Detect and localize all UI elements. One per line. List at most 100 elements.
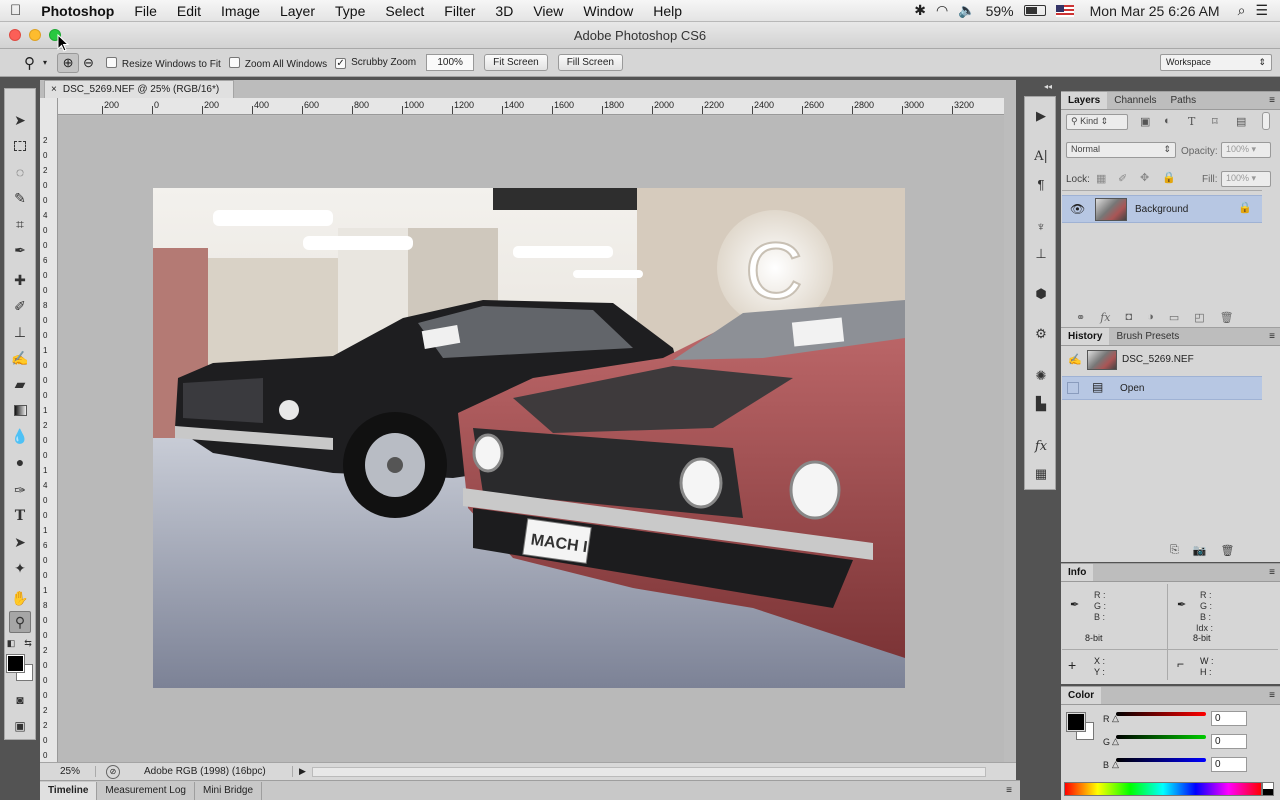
scrubby-zoom-checkbox-box[interactable]: ✓ <box>335 58 347 69</box>
zoom-all-windows-checkbox-box[interactable] <box>228 56 240 68</box>
zoom-tool-icon[interactable]: ⚲ <box>9 611 31 633</box>
eraser-tool-icon[interactable]: ▰ <box>9 373 31 395</box>
move-tool-icon[interactable]: ➤ <box>9 109 31 131</box>
zoom-tool-preset-icon[interactable]: ⚲ <box>24 54 35 72</box>
history-step-source-box[interactable] <box>1067 382 1079 394</box>
path-selection-icon[interactable]: ➤ <box>9 531 31 553</box>
opacity-field[interactable]: 100% ▾ <box>1221 142 1271 158</box>
color-g-slider-thumb-icon[interactable]: △ <box>1112 736 1119 747</box>
tab-measurement-log[interactable]: Measurement Log <box>97 781 195 800</box>
tab-timeline[interactable]: Timeline <box>40 781 98 800</box>
character-panel-icon[interactable]: A| <box>1030 145 1052 167</box>
color-panel-foreground-swatch[interactable] <box>1066 712 1086 732</box>
battery-icon[interactable] <box>1023 5 1046 16</box>
shape-tool-icon[interactable]: ✦ <box>9 557 31 579</box>
pen-tool-icon[interactable]: ✑ <box>9 479 31 501</box>
brush-tool-icon[interactable]: ✐ <box>9 295 31 317</box>
filter-toggle-icon[interactable] <box>1262 112 1270 130</box>
foreground-color-swatch[interactable] <box>6 654 25 673</box>
vertical-ruler[interactable]: 2 0 2 0 0 4 0 0 6 0 0 8 0 0 1 0 0 0 1 2 0 0 1 4 0 0 1 6 0 0 1 8 0 0 2 0 0 0 2 2… <box>40 98 58 762</box>
color-b-value[interactable]: 0 <box>1211 757 1247 772</box>
color-spectrum-ramp[interactable] <box>1064 782 1262 796</box>
menu-edit[interactable]: Edit <box>167 3 211 19</box>
swap-colors-icon[interactable]: ⇆ <box>22 637 34 649</box>
default-colors-icon[interactable]: ◧ <box>5 637 17 649</box>
preset-dropdown-chevron-icon[interactable]: ▾ <box>43 58 47 67</box>
type-tool-icon[interactable]: T <box>9 505 31 527</box>
fill-screen-button[interactable]: Fill Screen <box>557 54 623 71</box>
clone-stamp-icon[interactable]: ⊥ <box>9 321 31 343</box>
zoom-percent-field[interactable]: 100% <box>426 54 475 71</box>
menu-file[interactable]: File <box>124 3 167 19</box>
close-document-icon[interactable]: × <box>51 84 57 95</box>
history-step-open[interactable]: ▤ Open <box>1062 376 1262 400</box>
gradient-tool-icon[interactable] <box>9 399 31 421</box>
spotlight-search-icon[interactable]: ⌕ <box>1238 2 1246 19</box>
layer-style-fx-icon[interactable]: fx <box>1100 311 1110 324</box>
color-g-value[interactable]: 0 <box>1211 734 1247 749</box>
close-window-button[interactable] <box>9 29 21 41</box>
tab-info[interactable]: Info <box>1061 564 1094 581</box>
filter-smart-object-icon[interactable]: ▤ <box>1236 115 1246 128</box>
screen-mode-icon[interactable]: ▣ <box>9 715 31 737</box>
bluetooth-icon[interactable]: ✱ <box>914 2 926 19</box>
properties-panel-icon[interactable]: ⚙ <box>1030 323 1052 345</box>
layers-panel-menu-icon[interactable]: ≡ <box>1269 92 1275 109</box>
new-adjustment-icon[interactable]: ◑ <box>1147 311 1154 323</box>
brush-panel-icon[interactable]: ♆ <box>1030 215 1052 237</box>
crop-tool-icon[interactable]: ⌗ <box>9 213 31 235</box>
link-layers-icon[interactable]: ⚭ <box>1076 311 1085 324</box>
horizontal-ruler[interactable]: 200 0 200 400 600 800 1000 1200 1400 1600 1800 2000… <box>58 98 1004 115</box>
new-layer-icon[interactable]: ◰ <box>1194 311 1204 324</box>
filter-type-icon[interactable]: T <box>1188 115 1195 128</box>
tab-color[interactable]: Color <box>1061 687 1102 704</box>
history-panel-menu-icon[interactable]: ≡ <box>1269 328 1275 345</box>
new-group-icon[interactable]: ▭ <box>1169 311 1179 324</box>
add-mask-icon[interactable]: ◘ <box>1126 311 1133 323</box>
status-zoom-field[interactable]: 25% <box>40 766 96 777</box>
info-eyedropper-icon-2[interactable]: ✒ <box>1177 598 1186 611</box>
history-brush-icon[interactable]: ✍ <box>9 347 31 369</box>
menu-layer[interactable]: Layer <box>270 3 325 19</box>
fit-screen-button[interactable]: Fit Screen <box>484 54 548 71</box>
tab-layers[interactable]: Layers <box>1061 92 1108 109</box>
color-panel-menu-icon[interactable]: ≡ <box>1269 687 1275 704</box>
collapse-dock-icon[interactable]: ◂◂ <box>1044 82 1052 91</box>
healing-brush-icon[interactable]: ✚ <box>9 269 31 291</box>
3d-panel-icon[interactable]: ⬢ <box>1030 283 1052 305</box>
new-document-from-state-icon[interactable]: ⎘ <box>1170 544 1179 557</box>
filter-adjustment-icon[interactable]: ◐ <box>1164 115 1171 127</box>
clone-source-icon[interactable]: ⊥ <box>1030 243 1052 265</box>
info-panel-menu-icon[interactable]: ≡ <box>1269 564 1275 581</box>
delete-layer-icon[interactable]: 🗑 <box>1220 311 1234 324</box>
zoom-in-mode-button[interactable]: ⊕ <box>57 52 80 73</box>
hand-tool-icon[interactable]: ✋ <box>9 587 31 609</box>
delete-state-icon[interactable]: 🗑 <box>1221 544 1235 557</box>
tab-mini-bridge[interactable]: Mini Bridge <box>195 781 263 800</box>
status-menu-icon[interactable]: ⊘ <box>106 764 120 779</box>
clock[interactable]: Mon Mar 25 6:26 AM <box>1090 3 1220 19</box>
horizontal-scrollbar[interactable] <box>311 766 986 777</box>
play-actions-icon[interactable]: ▶ <box>1030 105 1052 127</box>
lock-all-icon[interactable]: 🔒 <box>1162 171 1176 184</box>
menu-help[interactable]: Help <box>643 3 692 19</box>
color-b-slider-thumb-icon[interactable]: △ <box>1112 759 1119 770</box>
lock-transparent-icon[interactable]: ▦ <box>1096 172 1106 185</box>
layer-name[interactable]: Background <box>1135 204 1188 215</box>
styles-fx-icon[interactable]: fx <box>1030 435 1052 457</box>
layer-filter-kind-dropdown[interactable]: ⚲ Kind ⇕ <box>1066 114 1128 130</box>
blur-tool-icon[interactable]: 💧 <box>9 425 31 447</box>
blend-mode-dropdown[interactable]: Normal ⇕ <box>1066 142 1176 158</box>
workspace-dropdown[interactable]: Workspace ⇕ <box>1160 54 1272 71</box>
tab-paths[interactable]: Paths <box>1164 92 1204 109</box>
flag-icon[interactable] <box>1055 4 1074 17</box>
tab-channels[interactable]: Channels <box>1107 92 1163 109</box>
paragraph-panel-icon[interactable]: ¶ <box>1030 173 1052 195</box>
lock-position-icon[interactable]: ✥ <box>1140 171 1149 184</box>
lock-image-icon[interactable]: ✐ <box>1118 172 1127 185</box>
document-tab[interactable]: × DSC_5269.NEF @ 25% (RGB/16*) <box>44 80 234 98</box>
zoom-out-mode-button[interactable]: ⊖ <box>83 55 94 71</box>
dodge-tool-icon[interactable]: ● <box>9 451 31 473</box>
menu-image[interactable]: Image <box>211 3 270 19</box>
tab-brush-presets[interactable]: Brush Presets <box>1109 328 1186 345</box>
